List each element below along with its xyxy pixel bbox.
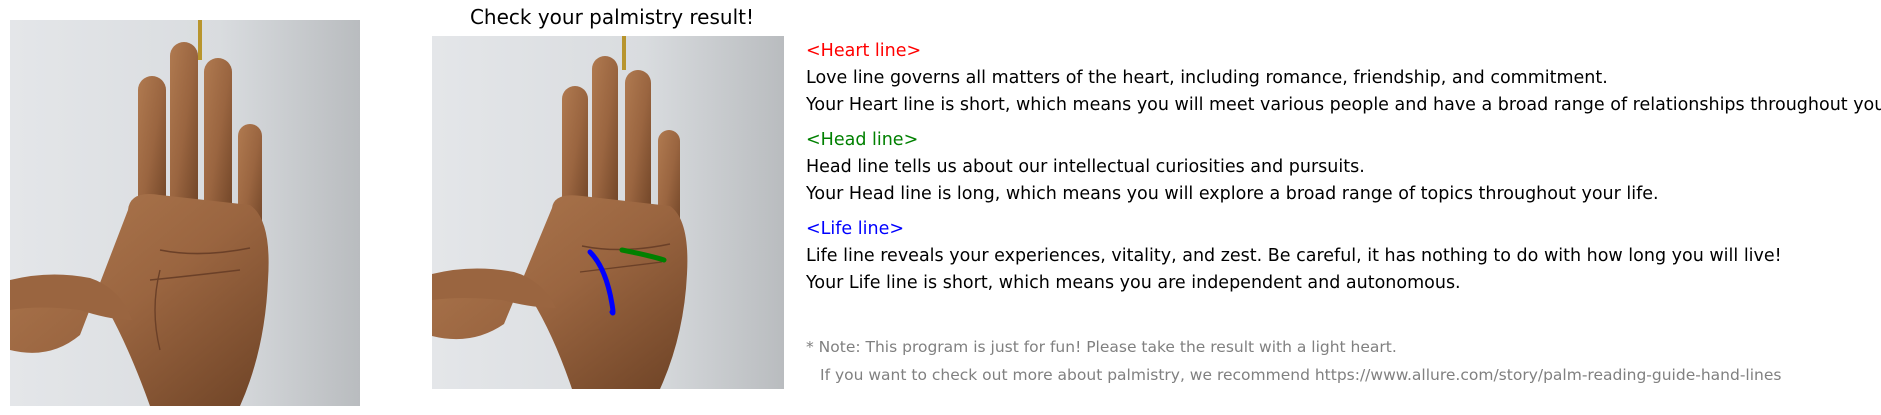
life-line-heading: <Life line> [806,219,905,239]
hand-photo [10,20,360,406]
head-line-heading: <Head line> [806,130,919,150]
head-line-section: <Head line> Head line tells us about our… [806,127,1659,208]
result-title: Check your palmistry result! [469,5,755,29]
annotated-hand-image [432,36,784,389]
head-line-result: Your Head line is long, which means you … [806,184,1659,204]
note-disclaimer: * Note: This program is just for fun! Pl… [806,338,1397,356]
life-line-result: Your Life line is short, which means you… [806,273,1461,293]
heart-line-heading: <Heart line> [806,41,922,61]
life-line-description: Life line reveals your experiences, vita… [806,246,1782,266]
heart-line-description: Love line governs all matters of the hea… [806,68,1608,88]
heart-line-section: <Heart line> Love line governs all matte… [806,38,1881,119]
original-hand-image [10,20,360,406]
note-reference: If you want to check out more about palm… [820,366,1782,384]
hand-photo-annotated [432,36,784,389]
head-line-description: Head line tells us about our intellectua… [806,157,1365,177]
heart-line-result: Your Heart line is short, which means yo… [806,95,1881,115]
life-line-section: <Life line> Life line reveals your exper… [806,216,1782,297]
palmistry-result-figure: Check your palmistry result! <Heart line… [0,0,1881,415]
